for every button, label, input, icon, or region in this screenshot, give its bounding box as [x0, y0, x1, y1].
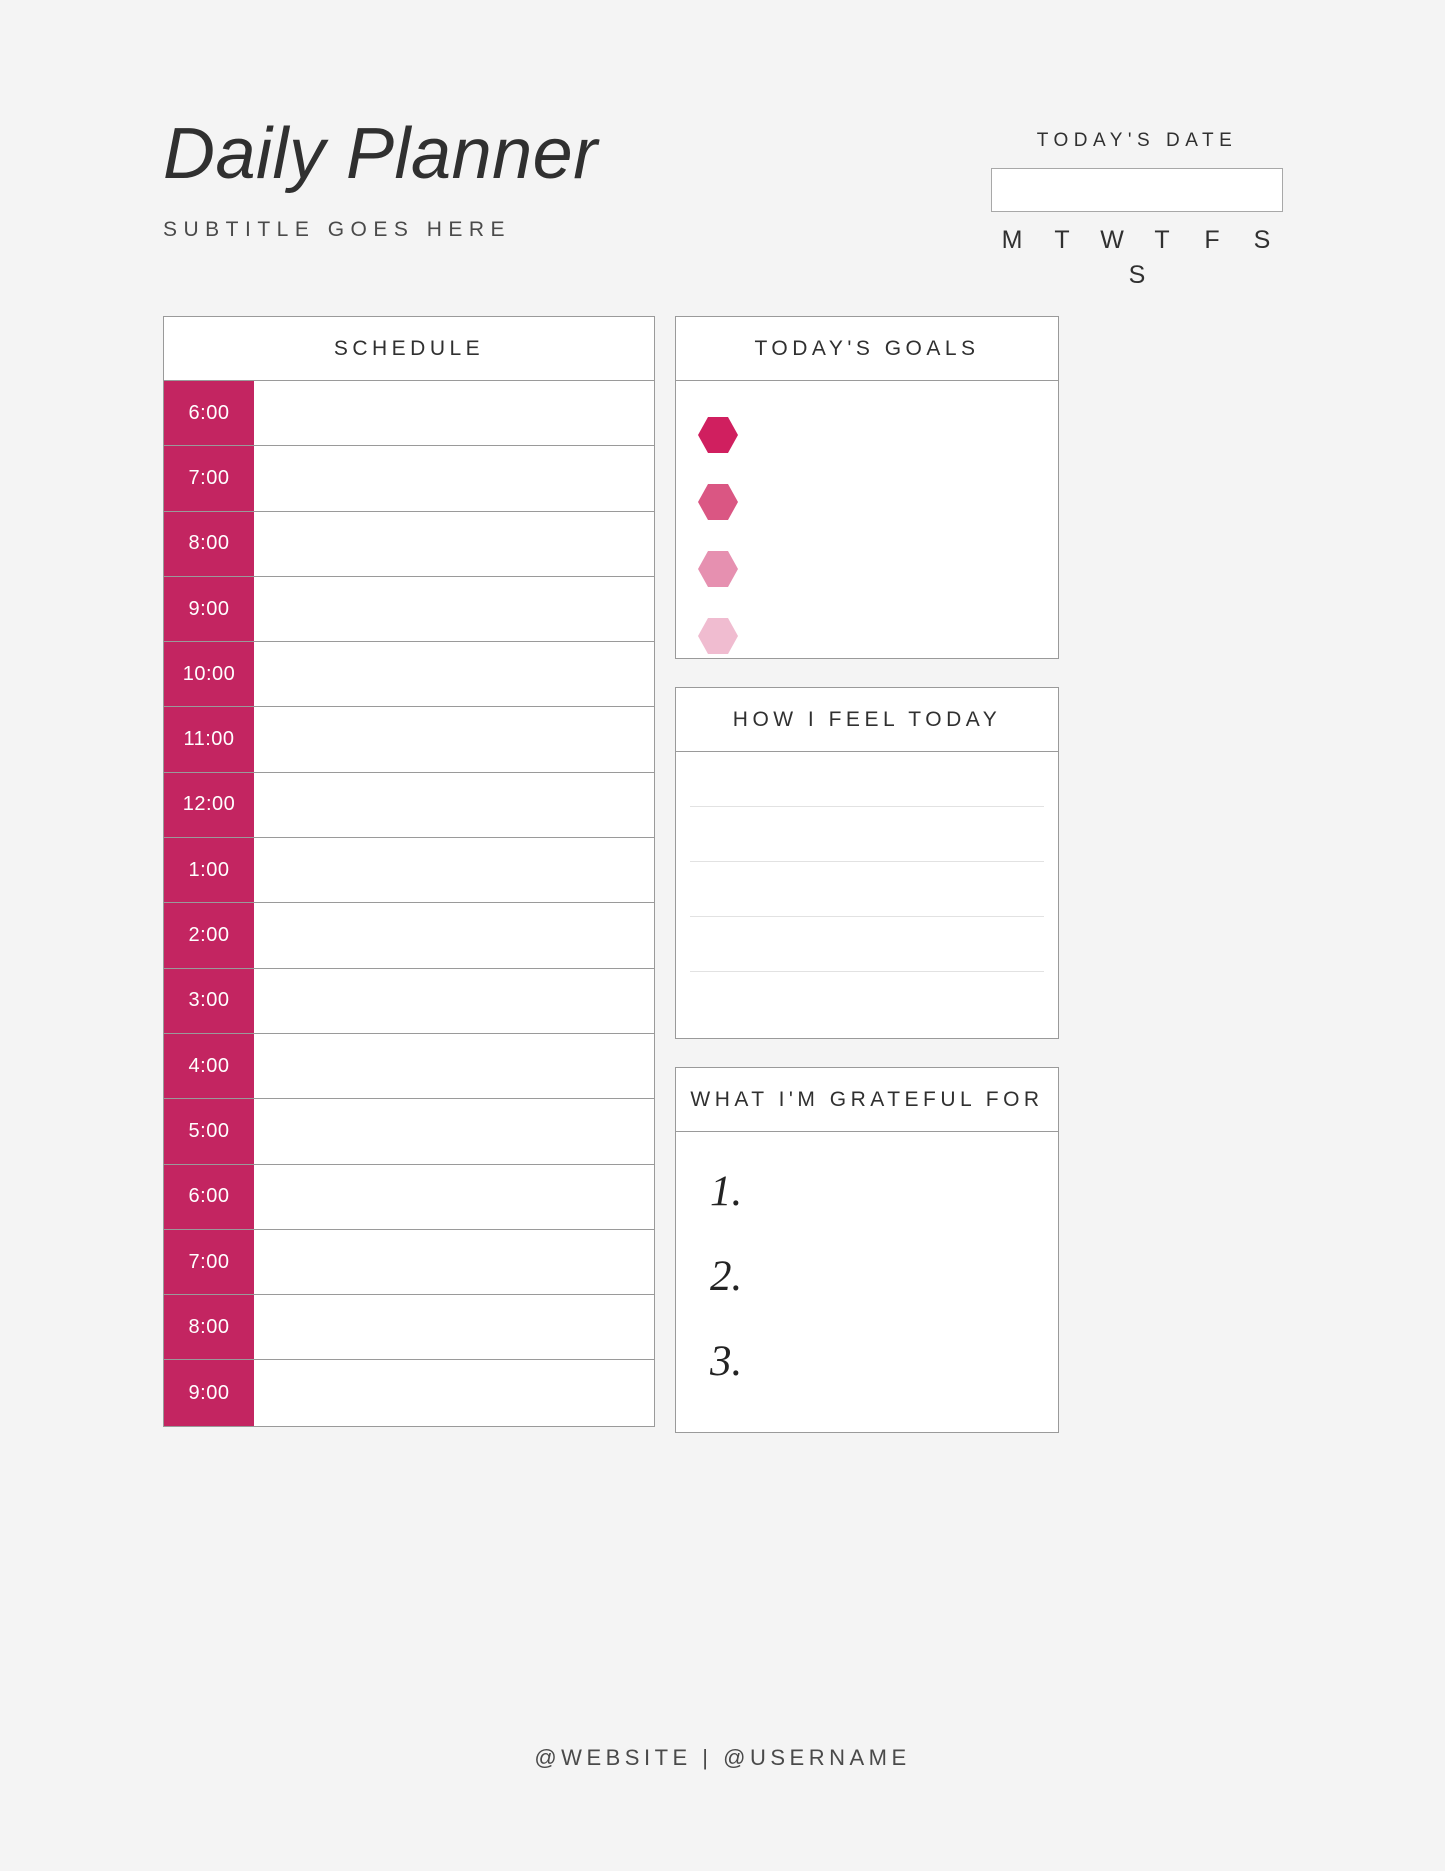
- table-row: 9:00: [164, 576, 654, 643]
- date-input[interactable]: [991, 168, 1283, 212]
- schedule-entry[interactable]: [254, 381, 654, 446]
- schedule-time: 8:00: [164, 1295, 254, 1360]
- schedule-time: 10:00: [164, 642, 254, 707]
- goals-panel: TODAY'S GOALS: [675, 316, 1059, 659]
- schedule-time: 9:00: [164, 1360, 254, 1426]
- schedule-time: 8:00: [164, 511, 254, 576]
- feelings-header: HOW I FEEL TODAY: [676, 688, 1058, 752]
- schedule-time: 11:00: [164, 707, 254, 772]
- schedule-entry[interactable]: [254, 642, 654, 707]
- title-block: Daily Planner SUBTITLE GOES HERE: [163, 118, 598, 242]
- writing-line: [690, 861, 1044, 862]
- schedule-time: 6:00: [164, 1164, 254, 1229]
- schedule-entry[interactable]: [254, 1099, 654, 1164]
- footer: @WEBSITE | @USERNAME: [534, 1745, 911, 1770]
- schedule-time: 7:00: [164, 446, 254, 511]
- table-row: 7:00: [164, 1229, 654, 1296]
- weekday-thursday[interactable]: T: [1145, 226, 1179, 255]
- table-row: 8:00: [164, 1295, 654, 1361]
- schedule-time: 3:00: [164, 968, 254, 1033]
- goals-header-label: TODAY'S GOALS: [754, 336, 980, 360]
- grateful-header-label: WHAT I'M GRATEFUL FOR: [690, 1087, 1044, 1111]
- table-row: 10:00: [164, 642, 654, 708]
- schedule-panel: SCHEDULE 6:00 7:00 8:00 9:00 10:00 11:00…: [163, 316, 655, 1427]
- table-row: 8:00: [164, 511, 654, 577]
- table-row: 4:00: [164, 1033, 654, 1100]
- right-column: TODAY'S GOALS HOW I FEEL TODAY WHAT I'M …: [675, 316, 1059, 1461]
- weekday-wednesday[interactable]: W: [1095, 226, 1129, 255]
- weekday-monday[interactable]: M: [995, 226, 1029, 255]
- goals-header: TODAY'S GOALS: [676, 317, 1058, 381]
- weekday-row-primary: M T W T F S: [991, 226, 1283, 255]
- table-row: 12:00: [164, 772, 654, 839]
- date-label: TODAY'S DATE: [1036, 130, 1238, 151]
- table-row: 9:00: [164, 1360, 654, 1426]
- schedule-header: SCHEDULE: [164, 317, 654, 381]
- schedule-time: 7:00: [164, 1229, 254, 1295]
- list-item[interactable]: 1.: [710, 1170, 1058, 1213]
- grateful-header: WHAT I'M GRATEFUL FOR: [676, 1068, 1058, 1132]
- date-block: TODAY'S DATE M T W T F S S: [991, 130, 1283, 290]
- weekday-row-secondary: S: [991, 261, 1283, 290]
- schedule-entry[interactable]: [254, 968, 654, 1033]
- feelings-header-label: HOW I FEEL TODAY: [732, 707, 1002, 731]
- schedule-entry[interactable]: [254, 1360, 654, 1426]
- planner-page: Daily Planner SUBTITLE GOES HERE TODAY'S…: [0, 0, 1445, 1871]
- page-subtitle: SUBTITLE GOES HERE: [163, 218, 512, 241]
- hexagon-bullet-icon[interactable]: [698, 618, 738, 654]
- schedule-time: 12:00: [164, 772, 254, 838]
- schedule-time: 5:00: [164, 1099, 254, 1164]
- schedule-time: 6:00: [164, 381, 254, 446]
- feelings-panel: HOW I FEEL TODAY: [675, 687, 1059, 1039]
- table-row: 7:00: [164, 446, 654, 512]
- writing-line: [690, 806, 1044, 807]
- table-row: 1:00: [164, 838, 654, 904]
- schedule-entry[interactable]: [254, 576, 654, 642]
- schedule-entry[interactable]: [254, 511, 654, 576]
- schedule-entry[interactable]: [254, 772, 654, 838]
- schedule-header-label: SCHEDULE: [333, 336, 485, 360]
- table-row: 11:00: [164, 707, 654, 773]
- table-row: 6:00: [164, 1164, 654, 1230]
- schedule-time: 4:00: [164, 1033, 254, 1099]
- grateful-panel: WHAT I'M GRATEFUL FOR 1. 2. 3.: [675, 1067, 1059, 1433]
- feelings-body[interactable]: [676, 752, 1058, 1038]
- schedule-rows: 6:00 7:00 8:00 9:00 10:00 11:00 12:00 1:…: [164, 381, 654, 1426]
- schedule-time: 2:00: [164, 903, 254, 968]
- page-title: Daily Planner: [163, 114, 598, 194]
- schedule-entry[interactable]: [254, 1033, 654, 1099]
- weekday-tuesday[interactable]: T: [1045, 226, 1079, 255]
- schedule-entry[interactable]: [254, 838, 654, 903]
- page-header: Daily Planner SUBTITLE GOES HERE TODAY'S…: [163, 118, 1283, 298]
- table-row: 5:00: [164, 1099, 654, 1165]
- schedule-time: 9:00: [164, 576, 254, 642]
- table-row: 6:00: [164, 381, 654, 447]
- schedule-time: 1:00: [164, 838, 254, 903]
- hexagon-bullet-icon[interactable]: [698, 484, 738, 520]
- goals-body: [676, 381, 1058, 658]
- weekday-sunday[interactable]: S: [1120, 261, 1154, 290]
- schedule-entry[interactable]: [254, 1164, 654, 1229]
- weekday-saturday[interactable]: S: [1245, 226, 1279, 255]
- hexagon-bullet-icon[interactable]: [698, 551, 738, 587]
- schedule-entry[interactable]: [254, 446, 654, 511]
- list-item[interactable]: 2.: [710, 1255, 1058, 1298]
- writing-line: [690, 971, 1044, 972]
- schedule-entry[interactable]: [254, 1229, 654, 1295]
- table-row: 2:00: [164, 903, 654, 969]
- grateful-body: 1. 2. 3.: [676, 1132, 1058, 1432]
- hexagon-bullet-icon[interactable]: [698, 417, 738, 453]
- writing-line: [690, 916, 1044, 917]
- schedule-entry[interactable]: [254, 1295, 654, 1360]
- schedule-entry[interactable]: [254, 707, 654, 772]
- schedule-entry[interactable]: [254, 903, 654, 968]
- list-item[interactable]: 3.: [710, 1340, 1058, 1383]
- table-row: 3:00: [164, 968, 654, 1034]
- weekday-friday[interactable]: F: [1195, 226, 1229, 255]
